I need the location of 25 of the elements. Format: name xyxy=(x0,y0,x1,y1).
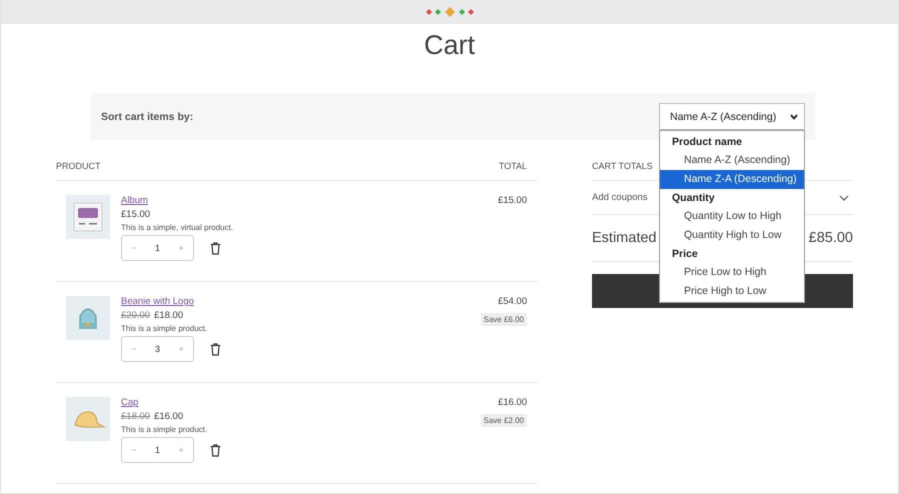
product-description: This is a simple product. xyxy=(121,425,208,434)
line-total: £54.00 xyxy=(498,296,527,307)
product-description: This is a simple, virtual product. xyxy=(121,223,234,232)
column-header: PRODUCT xyxy=(56,161,100,171)
quantity-value: 3 xyxy=(154,344,160,354)
savings-badge: Save £2.00 xyxy=(480,414,527,427)
option-group-label: Price xyxy=(671,247,699,262)
regular-price: £20.00 xyxy=(121,310,150,321)
column-header: TOTAL xyxy=(498,161,527,171)
sale-price: £18.00 xyxy=(154,310,184,321)
estimated-total-label: Estimated xyxy=(592,230,656,246)
option-group-label: Quantity xyxy=(671,191,716,206)
savings-badge: Save £6.00 xyxy=(480,313,527,326)
regular-price: £18.00 xyxy=(121,411,150,422)
product-description: This is a simple product. xyxy=(121,324,208,333)
estimated-total-value: £85.00 xyxy=(808,230,853,246)
sale-price: £16.00 xyxy=(154,411,184,422)
quantity-value: 1 xyxy=(154,243,160,253)
product-price: £15.00 xyxy=(121,209,150,220)
line-total: £16.00 xyxy=(498,397,527,408)
line-total: £15.00 xyxy=(498,195,527,206)
quantity-value: 1 xyxy=(154,445,160,455)
page-title: Cart xyxy=(422,30,476,60)
sort-label: Sort cart items by: xyxy=(101,110,194,122)
option-group-label: Product name xyxy=(671,135,744,150)
